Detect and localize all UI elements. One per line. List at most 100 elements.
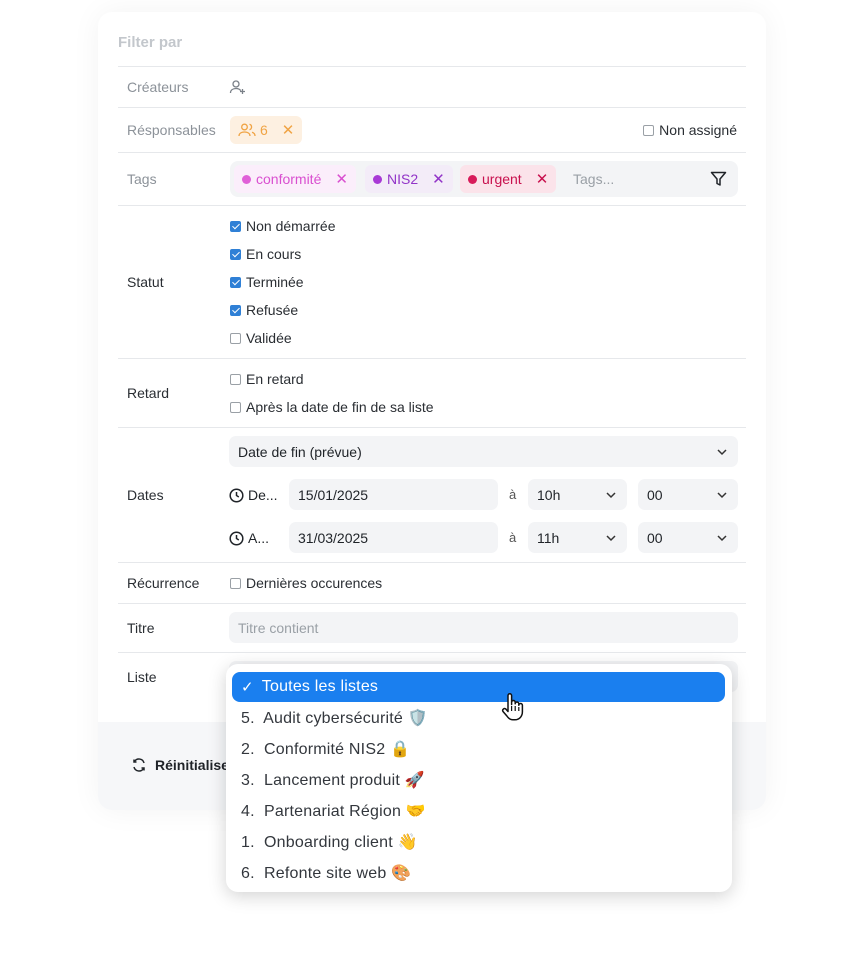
option-label: 1. Onboarding client 👋 xyxy=(241,834,418,851)
tag-dot xyxy=(468,174,477,184)
option-label: Après la date de fin de sa liste xyxy=(246,399,434,415)
row-tags: Tags conformité ✕ NIS2 ✕ urgent ✕ Tags..… xyxy=(118,152,746,206)
from-label-text: De... xyxy=(248,487,278,503)
option-label: Dernières occurences xyxy=(246,575,383,591)
reset-button[interactable]: Réinitialiser xyxy=(131,757,234,773)
checkbox-unchecked[interactable] xyxy=(230,332,241,344)
chevron-down-icon xyxy=(716,488,728,504)
liste-dropdown: ✓ Toutes les listes 5. Audit cybersécuri… xyxy=(226,664,732,892)
option-label: 3. Lancement produit 🚀 xyxy=(241,772,425,789)
to-hour-select[interactable]: 11h xyxy=(528,522,627,553)
option-label: Non démarrée xyxy=(246,218,336,234)
non-assigne-box[interactable] xyxy=(643,124,655,136)
dropdown-option[interactable]: 5. Audit cybersécurité 🛡️ xyxy=(232,703,725,733)
option-label: 6. Refonte site web 🎨 xyxy=(241,865,412,882)
checkbox-unchecked[interactable] xyxy=(230,401,241,413)
hand-cursor-icon xyxy=(500,692,526,727)
checkbox-checked[interactable] xyxy=(230,304,241,316)
tag-chip-urgent[interactable]: urgent ✕ xyxy=(460,165,557,193)
titre-label: Titre xyxy=(127,620,155,636)
refresh-icon xyxy=(131,757,147,773)
dropdown-option[interactable]: 2. Conformité NIS2 🔒 xyxy=(232,734,725,764)
tags-input[interactable]: conformité ✕ NIS2 ✕ urgent ✕ Tags... xyxy=(230,161,738,197)
check-icon: ✓ xyxy=(241,679,254,696)
option-label: 2. Conformité NIS2 🔒 xyxy=(241,741,411,758)
non-assigne-label: Non assigné xyxy=(659,122,737,138)
row-dates: Dates Date de fin (prévue) De... 15/01/2… xyxy=(118,427,746,563)
dates-label: Dates xyxy=(127,487,164,503)
titre-input[interactable]: Titre contient xyxy=(229,612,738,643)
from-date-input[interactable]: 15/01/2025 xyxy=(289,479,498,510)
dropdown-option[interactable]: 4. Partenariat Région 🤝 xyxy=(232,796,725,826)
row-statut: Statut Non démarrée En cours Terminée Re… xyxy=(118,205,746,359)
checkbox-checked[interactable] xyxy=(230,248,241,260)
tags-placeholder[interactable]: Tags... xyxy=(573,171,614,187)
tags-label: Tags xyxy=(127,171,157,187)
checkbox-checked[interactable] xyxy=(230,276,241,288)
responsables-count: 6 xyxy=(260,122,268,138)
dropdown-option-all[interactable]: ✓ Toutes les listes xyxy=(232,672,725,702)
from-minute-value: 00 xyxy=(647,486,663,503)
users-icon xyxy=(238,123,256,137)
statut-option[interactable]: Non démarrée xyxy=(230,218,336,234)
to-date-input[interactable]: 31/03/2025 xyxy=(289,522,498,553)
chevron-down-icon xyxy=(605,488,617,504)
dropdown-option[interactable]: 6. Refonte site web 🎨 xyxy=(232,858,725,888)
checkbox-checked[interactable] xyxy=(230,220,241,232)
date-from-label: De... xyxy=(229,487,284,503)
option-label: Terminée xyxy=(246,274,304,290)
responsables-chip[interactable]: 6 ✕ xyxy=(230,116,303,144)
to-sep: à xyxy=(509,530,517,545)
filter-icon[interactable] xyxy=(710,171,727,187)
to-minute-value: 00 xyxy=(647,529,663,546)
date-type-select[interactable]: Date de fin (prévue) xyxy=(229,436,738,467)
to-label-text: A... xyxy=(248,530,270,546)
to-minute-select[interactable]: 00 xyxy=(638,522,738,553)
checkbox-unchecked[interactable] xyxy=(230,577,241,589)
statut-option[interactable]: En cours xyxy=(230,246,301,262)
retard-option[interactable]: Après la date de fin de sa liste xyxy=(230,399,434,415)
statut-option[interactable]: Terminée xyxy=(230,274,304,290)
row-createurs: Créateurs xyxy=(118,66,746,107)
tag-name: NIS2 xyxy=(387,171,419,187)
row-recurrence: Récurrence Dernières occurences xyxy=(118,562,746,604)
remove-responsables-icon[interactable]: ✕ xyxy=(282,121,295,139)
chevron-down-icon xyxy=(605,531,617,547)
from-hour-select[interactable]: 10h xyxy=(528,479,627,510)
retard-option[interactable]: En retard xyxy=(230,371,304,387)
row-retard: Retard En retard Après la date de fin de… xyxy=(118,358,746,428)
to-date-value: 31/03/2025 xyxy=(298,529,369,546)
remove-tag-icon[interactable]: ✕ xyxy=(335,170,348,188)
non-assigne-checkbox[interactable]: Non assigné xyxy=(643,122,737,138)
tag-chip-nis2[interactable]: NIS2 ✕ xyxy=(365,165,453,193)
retard-label: Retard xyxy=(127,385,170,401)
statut-option[interactable]: Validée xyxy=(230,330,292,346)
clock-icon xyxy=(229,487,244,503)
from-minute-select[interactable]: 00 xyxy=(638,479,738,510)
recurrence-option[interactable]: Dernières occurences xyxy=(230,575,382,591)
tag-chip-conformite[interactable]: conformité ✕ xyxy=(234,165,356,193)
row-titre: Titre Titre contient xyxy=(118,603,746,653)
option-label: Validée xyxy=(246,330,292,346)
date-type-value: Date de fin (prévue) xyxy=(238,443,362,460)
responsables-label: Résponsables xyxy=(127,122,216,138)
dropdown-option[interactable]: 3. Lancement produit 🚀 xyxy=(232,765,725,795)
option-label: Toutes les listes xyxy=(261,678,379,695)
clock-icon xyxy=(229,530,244,546)
filter-title: Filter par xyxy=(118,34,183,51)
dropdown-option[interactable]: 1. Onboarding client 👋 xyxy=(232,827,725,857)
tag-dot xyxy=(373,174,382,184)
to-hour-value: 11h xyxy=(537,529,560,546)
statut-label: Statut xyxy=(127,274,164,290)
date-to-label: A... xyxy=(229,530,284,546)
option-label: Refusée xyxy=(246,302,299,318)
tag-name: conformité xyxy=(256,171,322,187)
option-label: 5. Audit cybersécurité 🛡️ xyxy=(241,710,428,727)
createurs-label: Créateurs xyxy=(127,79,189,95)
remove-tag-icon[interactable]: ✕ xyxy=(432,170,445,188)
user-plus-icon[interactable] xyxy=(229,79,247,95)
chevron-down-icon xyxy=(716,531,728,547)
checkbox-unchecked[interactable] xyxy=(230,373,241,385)
statut-option[interactable]: Refusée xyxy=(230,302,298,318)
remove-tag-icon[interactable]: ✕ xyxy=(536,170,549,188)
